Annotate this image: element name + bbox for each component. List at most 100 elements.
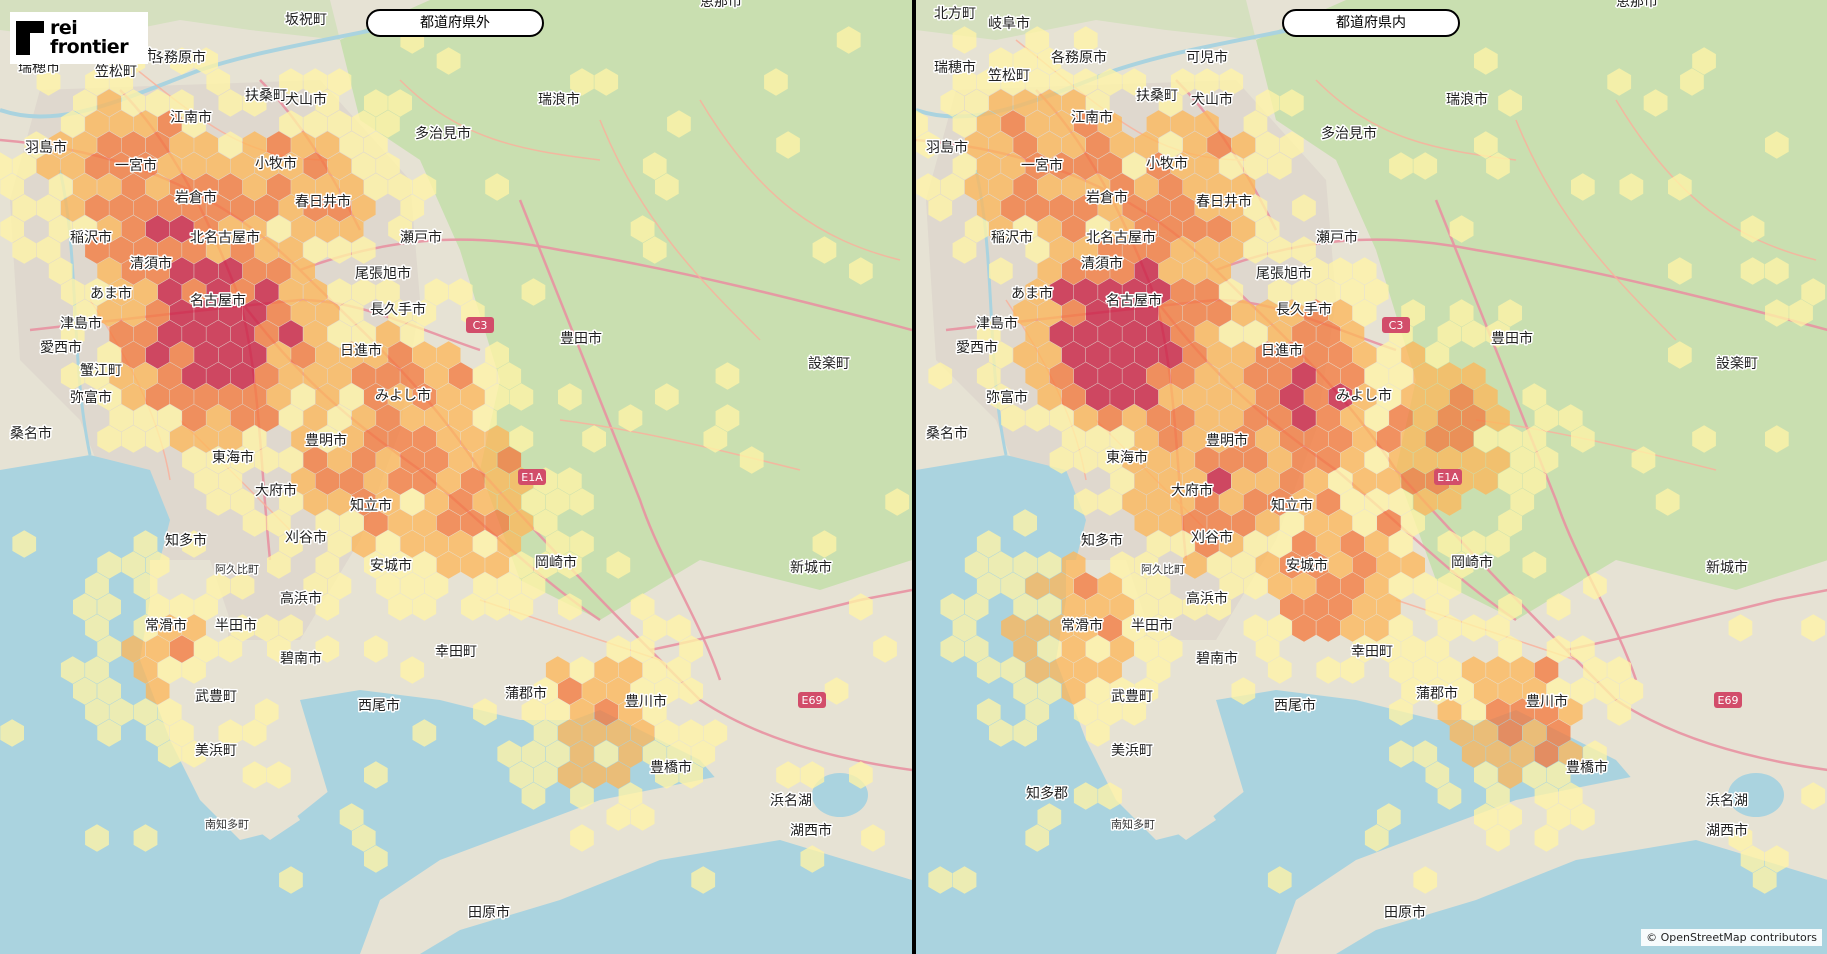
place-label: みよし市 xyxy=(1336,387,1392,404)
place-label: 蒲郡市 xyxy=(1416,685,1458,702)
place-label: 安城市 xyxy=(370,557,412,574)
place-label: 扶桑町 xyxy=(1136,88,1178,104)
road-shield-label: C3 xyxy=(473,319,488,332)
panel-title-outside: 都道府県外 xyxy=(366,9,544,37)
place-label: 津島市 xyxy=(60,315,102,332)
place-label: 豊田市 xyxy=(1491,330,1533,347)
place-label: 多治見市 xyxy=(415,125,471,142)
place-label: 高浜市 xyxy=(280,590,322,607)
panel-title-inside: 都道府県内 xyxy=(1282,9,1460,37)
place-label: 豊明市 xyxy=(1206,432,1248,449)
place-label: 半田市 xyxy=(215,617,257,634)
road-shield: E69 xyxy=(1714,692,1742,708)
place-label: 豊明市 xyxy=(305,432,347,449)
place-label: 湖西市 xyxy=(790,822,832,839)
place-label: 各務原市 xyxy=(150,49,206,66)
place-label: 蟹江町 xyxy=(80,363,122,379)
map-comparison: C3E1AE69瑞穂市各務原市笠松町岐阜市犬山市扶桑町江南市小牧市羽島市一宮市岩… xyxy=(0,0,1827,954)
place-label: 津島市 xyxy=(976,315,1018,332)
place-label: 小牧市 xyxy=(1146,155,1188,172)
road-shield: C3 xyxy=(1382,317,1410,333)
place-label: 南知多町 xyxy=(1111,817,1155,831)
place-label: 岩倉市 xyxy=(175,189,217,206)
place-label: 長久手市 xyxy=(370,301,426,318)
place-label: 高浜市 xyxy=(1186,590,1228,607)
place-label: 愛西市 xyxy=(956,339,998,356)
place-label: 春日井市 xyxy=(1196,193,1252,210)
place-label: 岡崎市 xyxy=(535,554,577,571)
place-label: 一宮市 xyxy=(1021,157,1063,174)
place-label: 刈谷市 xyxy=(285,529,327,546)
place-label: 知立市 xyxy=(1271,497,1313,514)
place-label: 常滑市 xyxy=(145,617,187,634)
map-panel-outside[interactable]: C3E1AE69瑞穂市各務原市笠松町岐阜市犬山市扶桑町江南市小牧市羽島市一宮市岩… xyxy=(0,0,912,954)
road-shield: E1A xyxy=(1434,469,1462,485)
place-label: 春日井市 xyxy=(295,193,351,210)
place-label: 豊橋市 xyxy=(650,759,692,776)
place-label: 知立市 xyxy=(350,497,392,514)
place-label: 稲沢市 xyxy=(991,229,1033,246)
place-label: 豊川市 xyxy=(1526,693,1568,710)
place-label: 笠松町 xyxy=(95,64,137,80)
place-label: 浜名湖 xyxy=(770,793,812,809)
place-label: 幸田町 xyxy=(1351,644,1393,660)
map-canvas-inside[interactable]: C3 E1A E69 北方町岐阜市各務原市瑞穂市 可児市 恵那市扶桑町 犬山市 笠松町江南市小… xyxy=(916,0,1827,954)
place-label: 岡崎市 xyxy=(1451,554,1493,571)
place-label: 岐阜市 xyxy=(988,15,1030,32)
place-label: 瀬戸市 xyxy=(1316,229,1358,246)
place-label: 羽島市 xyxy=(926,139,968,156)
place-label: 小牧市 xyxy=(255,155,297,172)
place-label: 大府市 xyxy=(255,482,297,499)
place-label: 可児市 xyxy=(1186,49,1228,66)
place-label: 武豊町 xyxy=(1111,689,1153,705)
place-label: 瀬戸市 xyxy=(400,229,442,246)
place-label: 一宮市 xyxy=(115,157,157,174)
place-label: 阿久比町 xyxy=(215,563,259,576)
place-label: 弥富市 xyxy=(986,389,1028,406)
place-label: 瑞浪市 xyxy=(538,91,580,108)
place-label: 豊田市 xyxy=(560,330,602,347)
place-label: 湖西市 xyxy=(1706,822,1748,839)
place-label: 田原市 xyxy=(468,904,510,921)
place-label: 岩倉市 xyxy=(1086,189,1128,206)
place-label: 美浜町 xyxy=(195,743,237,759)
place-label: 桑名市 xyxy=(926,425,968,442)
place-label: 田原市 xyxy=(1384,904,1426,921)
place-label: あま市 xyxy=(1011,285,1053,302)
place-label: 阿久比町 xyxy=(1141,563,1185,576)
road-shield: C3 xyxy=(466,317,494,333)
place-label: 恵那市 xyxy=(1616,0,1658,10)
map-canvas-outside[interactable]: C3E1AE69瑞穂市各務原市笠松町岐阜市犬山市扶桑町江南市小牧市羽島市一宮市岩… xyxy=(0,0,912,954)
place-label: 設楽町 xyxy=(808,356,850,372)
place-label: 扶桑町 xyxy=(245,88,287,104)
road-shield-label: E69 xyxy=(1718,694,1739,707)
road-shield: E69 xyxy=(798,692,826,708)
place-label: みよし市 xyxy=(375,387,431,404)
place-label: 新城市 xyxy=(1706,559,1748,576)
place-label: 豊川市 xyxy=(625,693,667,710)
place-label: 豊橋市 xyxy=(1566,759,1608,776)
place-label: 南知多町 xyxy=(205,817,249,831)
place-label: 瑞浪市 xyxy=(1446,91,1488,108)
place-label: 碧南市 xyxy=(280,650,322,667)
place-label: 日進市 xyxy=(1261,342,1303,359)
road-shield-label: E1A xyxy=(521,471,543,484)
logo-mark-icon xyxy=(16,21,44,55)
place-label: 坂祝町 xyxy=(285,12,327,28)
road-shield-label: C3 xyxy=(1389,319,1404,332)
place-label: あま市 xyxy=(90,285,132,302)
place-label: 蒲郡市 xyxy=(505,685,547,702)
map-panel-inside[interactable]: C3 E1A E69 北方町 岐阜市 各務原市 瑞穂市 可児市 恵那市 扶桑町 犬山市 笠松町 江南市小… xyxy=(916,0,1827,954)
place-label: 武豊町 xyxy=(195,689,237,705)
place-label: 尾張旭市 xyxy=(1256,265,1312,282)
place-label: 常滑市 xyxy=(1061,617,1103,634)
place-label: 幸田町 xyxy=(435,644,477,660)
place-label: 江南市 xyxy=(170,109,212,126)
place-label: 恵那市 xyxy=(700,0,742,10)
place-label: 瑞穂市 xyxy=(934,59,976,76)
place-label: 日進市 xyxy=(340,342,382,359)
place-label: 西尾市 xyxy=(358,697,400,714)
map-attribution[interactable]: © OpenStreetMap contributors xyxy=(1641,929,1822,946)
logo-text-line2: frontier xyxy=(50,36,129,58)
road-shield-label: E1A xyxy=(1437,471,1459,484)
